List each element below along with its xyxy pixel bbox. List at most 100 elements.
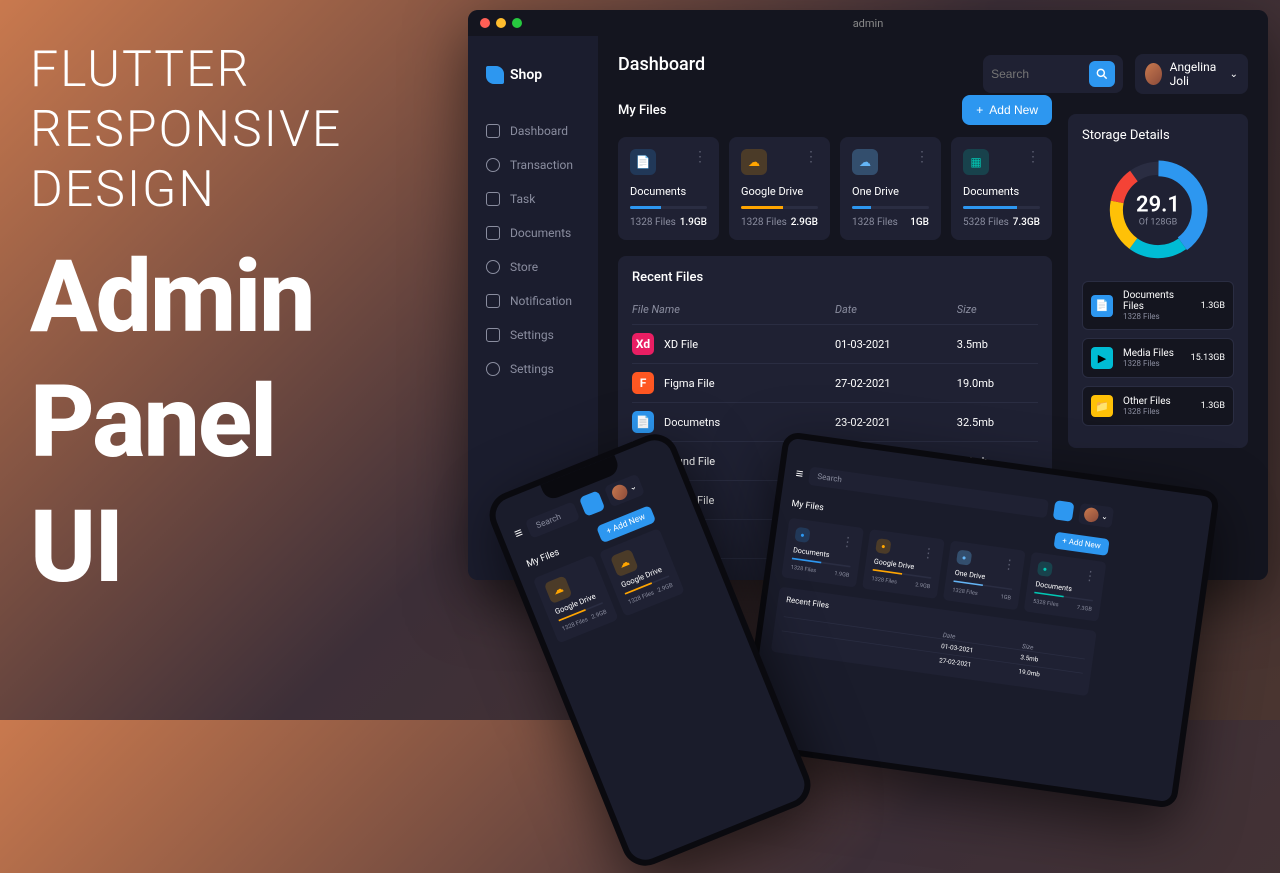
storage-item[interactable]: 📄 Documents Files 1328 Files 1.3GB	[1082, 281, 1234, 330]
chevron-down-icon: ⌄	[628, 481, 638, 492]
hamburger-icon[interactable]: ≡	[512, 524, 526, 543]
logo[interactable]: Shop	[478, 56, 588, 114]
more-icon[interactable]: ⋮	[1083, 567, 1098, 584]
file-card[interactable]: ☁ ⋮ Google Drive 1328 Files2.9GB	[729, 137, 830, 240]
sidebar-item-store[interactable]: Store	[478, 250, 588, 284]
storage-item-icon: 📁	[1091, 395, 1113, 417]
card-files: 1328 Files	[741, 217, 787, 228]
sidebar-item-dashboard[interactable]: Dashboard	[478, 114, 588, 148]
file-type-icon: 📄	[632, 411, 654, 433]
tablet-card[interactable]: ● ⋮ One Drive 1328 Files1GB	[943, 540, 1026, 610]
search-box[interactable]	[983, 55, 1123, 93]
hero-big-2: Panel	[30, 375, 342, 470]
card-size: 1GB	[910, 217, 929, 228]
nav-label: Settings	[510, 328, 554, 342]
more-icon[interactable]: ⋮	[693, 149, 707, 175]
storage-item-name: Documents Files	[1123, 290, 1191, 312]
hamburger-icon[interactable]: ≡	[795, 465, 805, 482]
table-row[interactable]: 📄 Documetns 23-02-2021 32.5mb	[632, 402, 1038, 441]
card-icon: ▦	[963, 149, 989, 175]
more-icon[interactable]: ⋮	[804, 149, 818, 175]
storage-item[interactable]: ▶ Media Files 1328 Files 15.13GB	[1082, 338, 1234, 378]
storage-item[interactable]: 📁 Other Files 1328 Files 1.3GB	[1082, 386, 1234, 426]
tablet-card[interactable]: ● ⋮ Documents 5328 Files7.3GB	[1024, 552, 1107, 622]
storage-item-size: 1.3GB	[1201, 401, 1225, 411]
plus-icon: +	[976, 103, 983, 117]
sidebar-item-task[interactable]: Task	[478, 182, 588, 216]
my-files-title: My Files	[618, 103, 666, 118]
file-name: Documetns	[664, 416, 720, 429]
col-size: Size	[957, 303, 1038, 316]
nav-icon	[486, 294, 500, 308]
storage-item-name: Media Files	[1123, 348, 1181, 359]
file-card[interactable]: ▦ ⋮ Documents 5328 Files7.3GB	[951, 137, 1052, 240]
sidebar-item-notification[interactable]: Notification	[478, 284, 588, 318]
card-size: 1.9GB	[680, 217, 707, 228]
card-icon: ☁	[852, 149, 878, 175]
more-icon[interactable]: ⋮	[1026, 149, 1040, 175]
maximize-dot[interactable]	[512, 18, 522, 28]
storage-value: 29.1	[1136, 193, 1180, 218]
avatar	[1145, 63, 1162, 85]
sidebar-item-documents[interactable]: Documents	[478, 216, 588, 250]
file-date: 23-02-2021	[835, 416, 957, 429]
hero-line-3: DESIGN	[30, 160, 342, 220]
search-icon	[1095, 67, 1109, 81]
window-title: admin	[853, 17, 884, 30]
titlebar: admin	[468, 10, 1268, 36]
nav-icon	[486, 328, 500, 342]
mobile-avatar	[609, 483, 629, 503]
logo-icon	[486, 66, 504, 84]
more-icon[interactable]: ⋮	[915, 149, 929, 175]
nav-label: Settings	[510, 362, 554, 376]
search-button[interactable]	[1089, 61, 1115, 87]
more-icon[interactable]: ⋮	[921, 545, 936, 562]
add-new-button[interactable]: + Add New	[962, 95, 1052, 125]
col-filename: File Name	[632, 303, 835, 316]
more-icon[interactable]: ⋮	[840, 533, 855, 550]
sidebar-item-settings[interactable]: Settings	[478, 318, 588, 352]
file-card[interactable]: 📄 ⋮ Documents 1328 Files1.9GB	[618, 137, 719, 240]
card-files: 1328 Files	[852, 217, 898, 228]
table-row[interactable]: Xd XD File 01-03-2021 3.5mb	[632, 324, 1038, 363]
tablet-myfiles-title: My Files	[791, 498, 825, 513]
card-title: Documents	[963, 185, 1040, 198]
storage-item-size: 1.3GB	[1201, 301, 1225, 311]
tablet-card[interactable]: ● ⋮ Documents 1328 Files1.9GB	[781, 518, 864, 588]
tablet-search-button[interactable]	[1052, 500, 1074, 522]
file-date: 27-02-2021	[835, 377, 957, 390]
nav-label: Transaction	[510, 158, 573, 172]
file-card[interactable]: ☁ ⋮ One Drive 1328 Files1GB	[840, 137, 941, 240]
sidebar-item-transaction[interactable]: Transaction	[478, 148, 588, 182]
storage-title: Storage Details	[1082, 128, 1234, 143]
mobile-user-menu[interactable]: ⌄	[603, 474, 645, 508]
search-input[interactable]	[991, 67, 1081, 81]
card-icon: ●	[794, 527, 810, 543]
mobile-search[interactable]: Search	[525, 501, 580, 538]
card-files: 1328 Files	[630, 217, 676, 228]
sidebar-item-settings[interactable]: Settings	[478, 352, 588, 386]
close-dot[interactable]	[480, 18, 490, 28]
nav-label: Store	[510, 260, 538, 274]
storage-item-count: 1328 Files	[1123, 407, 1191, 416]
card-title: Documents	[630, 185, 707, 198]
user-menu[interactable]: Angelina Joli ⌄	[1135, 54, 1248, 94]
mobile-search-button[interactable]	[579, 490, 606, 517]
nav-label: Task	[510, 192, 535, 206]
tablet-user-menu[interactable]: ⌄	[1078, 503, 1114, 528]
nav-icon	[486, 192, 500, 206]
tablet-avatar	[1083, 507, 1099, 523]
card-icon: ●	[875, 538, 891, 554]
tablet-card[interactable]: ● ⋮ Google Drive 1328 Files2.9GB	[862, 529, 945, 599]
minimize-dot[interactable]	[496, 18, 506, 28]
logo-text: Shop	[510, 67, 542, 83]
storage-details-panel: Storage Details 29.1 Of 128GB	[1068, 114, 1248, 448]
cloud-icon: ☁	[610, 549, 639, 578]
table-row[interactable]: F Figma File 27-02-2021 19.0mb	[632, 363, 1038, 402]
more-icon[interactable]: ⋮	[1002, 556, 1017, 573]
nav-icon	[486, 260, 500, 274]
hero-big-3: UI	[30, 500, 342, 595]
storage-item-size: 15.13GB	[1191, 353, 1225, 363]
tablet-add-button[interactable]: + Add New	[1053, 532, 1110, 556]
col-date: Date	[835, 303, 957, 316]
